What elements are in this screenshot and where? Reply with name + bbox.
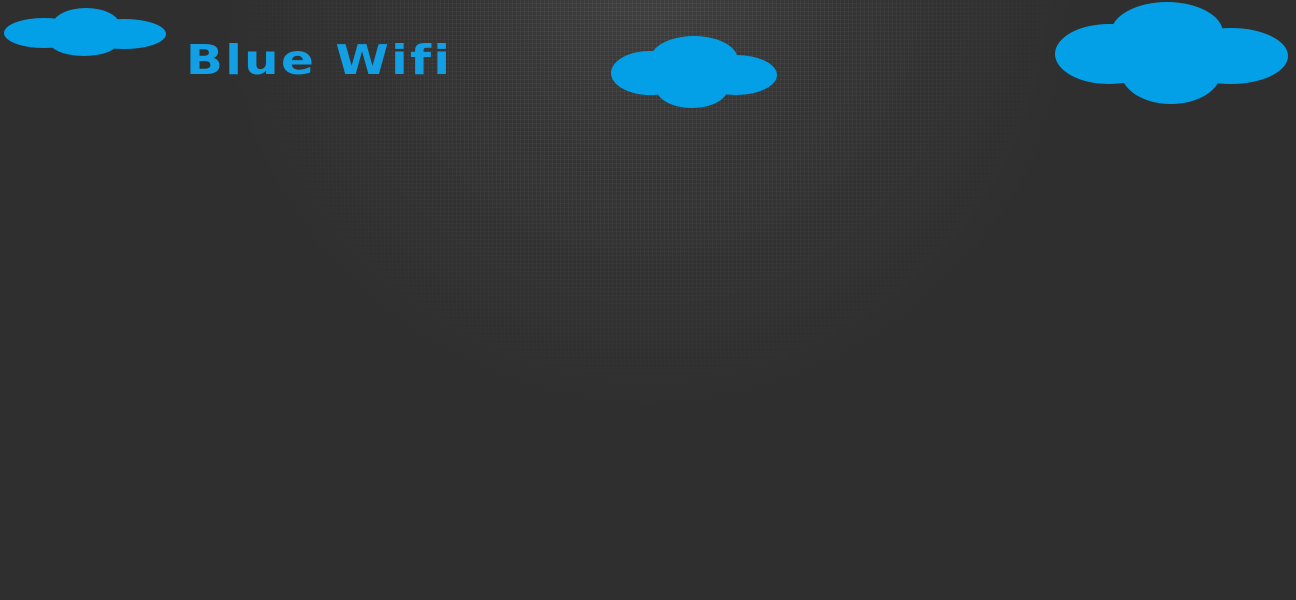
app-title: Blue Wifi [186,36,453,84]
splash-screen: Blue Wifi [0,0,1296,600]
cloud-icon [610,34,778,110]
cloud-icon [1053,0,1290,106]
cloud-icon [2,4,166,58]
